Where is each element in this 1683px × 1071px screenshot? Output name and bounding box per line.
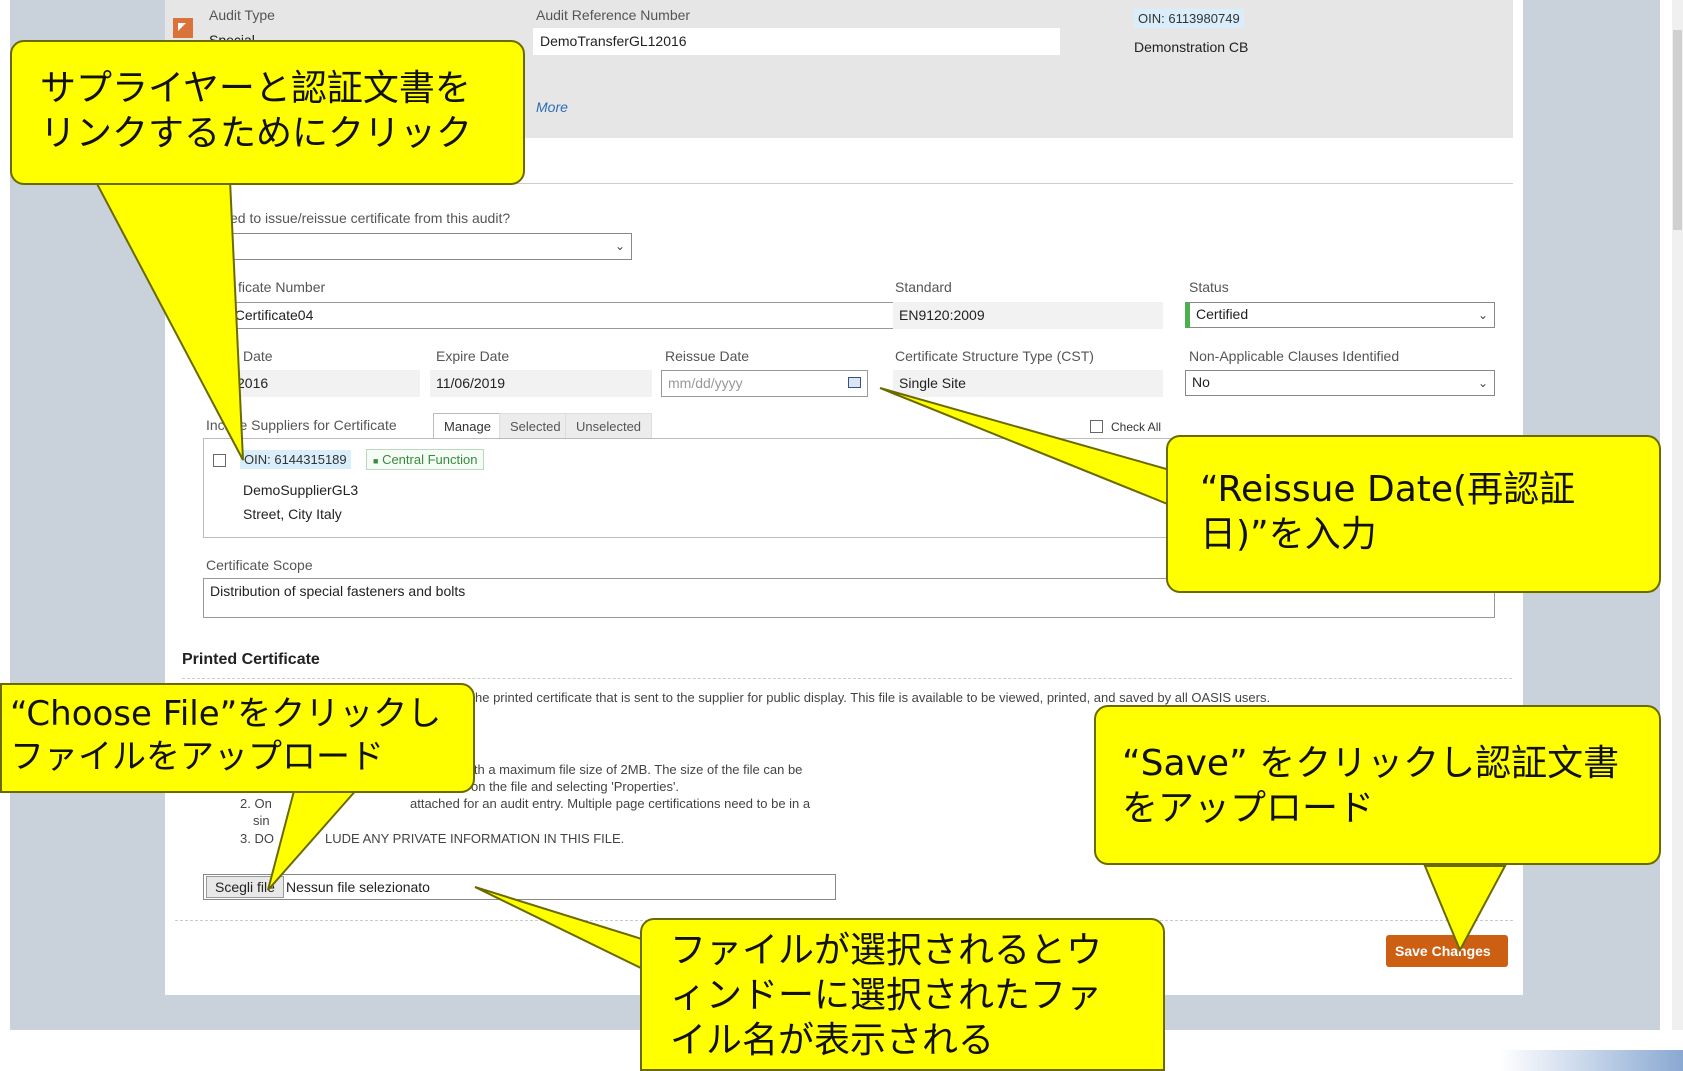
pointer-save	[1423, 865, 1507, 953]
pointer-reissue-date	[879, 387, 1171, 507]
callout-reissue-date: “Reissue Date(再認証日)”を入力	[1166, 435, 1661, 593]
callout-save: “Save” をクリックし認証文書をアップロード	[1094, 705, 1661, 865]
pointer-file-selected	[474, 886, 646, 972]
pointer-link-supplier	[93, 179, 244, 461]
callout-choose-file: “Choose File”をクリックしファイルをアップロード	[0, 683, 475, 793]
callout-file-selected: ファイルが選択されるとウィンドーに選択されたファイル名が表示される	[640, 918, 1165, 1071]
callout-link-supplier: サプライヤーと認証文書をリンクするためにクリック	[10, 40, 525, 185]
